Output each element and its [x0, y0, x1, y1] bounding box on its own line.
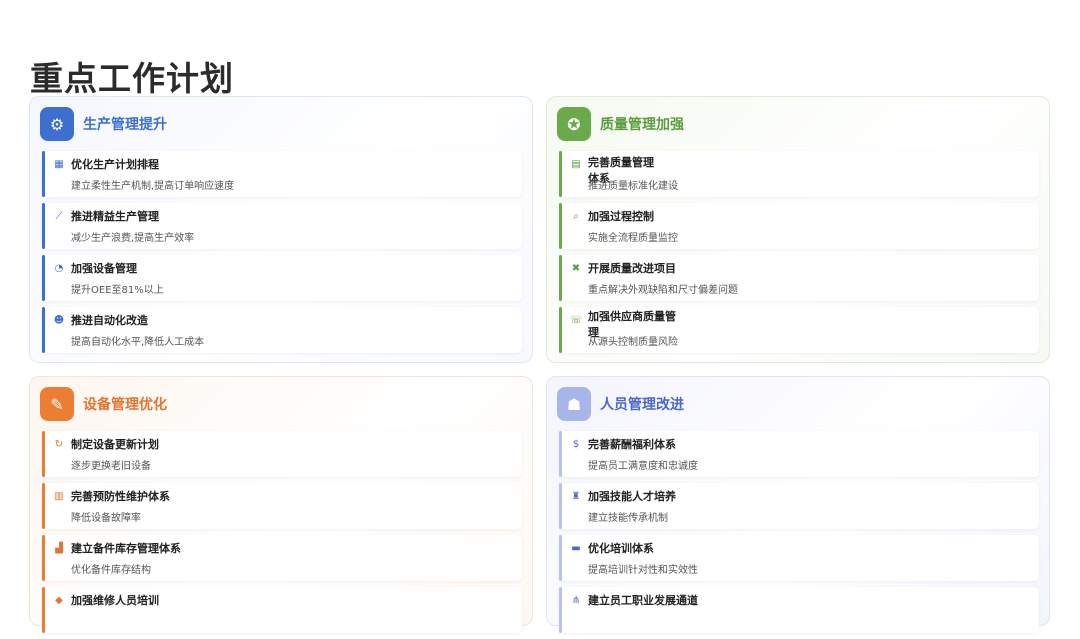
- tools-icon: ✖: [571, 263, 581, 274]
- item-desc: 推进质量标准化建设: [588, 181, 678, 192]
- list-item: ◔ 加强设备管理 提升OEE至81%以上: [42, 255, 522, 301]
- item-title: 加强设备管理: [71, 262, 137, 275]
- item-title: 推进精益生产管理: [71, 210, 159, 223]
- item-title: 制定设备更新计划: [71, 438, 159, 451]
- list-item: ☻ 推进自动化改造 提高自动化水平,降低人工成本: [42, 307, 522, 353]
- item-desc: 建立技能传承机制: [588, 513, 668, 524]
- list-item: ⌕ 加强过程控制 实施全流程质量监控: [559, 203, 1039, 249]
- item-desc: 重点解决外观缺陷和尺寸偏差问题: [588, 285, 738, 296]
- list-item: ◆ 加强维修人员培训: [42, 587, 522, 633]
- users-icon: ☗: [557, 387, 591, 421]
- item-desc: 实施全流程质量监控: [588, 233, 678, 244]
- panel-title: 生产管理提升: [83, 117, 167, 133]
- gauge-icon: ◔: [54, 263, 64, 274]
- document-icon: ▤: [571, 159, 581, 170]
- panel-equipment: ✎ 设备管理优化 ↻ 制定设备更新计划 逐步更换老旧设备 ▥ 完善预防性维护体系…: [29, 376, 533, 633]
- item-desc: 减少生产浪费,提高生产效率: [71, 233, 195, 244]
- item-title: 优化培训体系: [588, 542, 654, 555]
- award-icon: ✪: [557, 107, 591, 141]
- item-desc: 优化备件库存结构: [71, 565, 151, 576]
- item-desc: 建立柔性生产机制,提高订单响应速度: [71, 181, 235, 192]
- list-item: ▦ 优化生产计划排程 建立柔性生产机制,提高订单响应速度: [42, 151, 522, 197]
- panel-header: ⚙ 生产管理提升: [40, 107, 167, 141]
- list-item: ▬ 优化培训体系 提高培训针对性和实效性: [559, 535, 1039, 581]
- list-item: ▤ 完善质量管理体系 推进质量标准化建设: [559, 151, 1039, 197]
- item-desc: 逐步更换老旧设备: [71, 461, 151, 472]
- item-desc: 提高自动化水平,降低人工成本: [71, 337, 205, 348]
- search-icon: ⌕: [573, 211, 579, 222]
- item-desc: 提高员工满意度和忠诚度: [588, 461, 698, 472]
- panel-title: 设备管理优化: [83, 397, 167, 413]
- item-desc: 提高培训针对性和实效性: [588, 565, 698, 576]
- list-item: ✖ 开展质量改进项目 重点解决外观缺陷和尺寸偏差问题: [559, 255, 1039, 301]
- item-title: 完善预防性维护体系: [71, 490, 170, 503]
- clipboard-icon: ▥: [54, 491, 64, 502]
- panel-header: ☗ 人员管理改进: [557, 387, 684, 421]
- item-title: 推进自动化改造: [71, 314, 148, 327]
- list-item: ▟ 建立备件库存管理体系 优化备件库存结构: [42, 535, 522, 581]
- item-desc: 提升OEE至81%以上: [71, 285, 164, 296]
- dollar-icon: $: [572, 439, 580, 450]
- panel-quality: ✪ 质量管理加强 ▤ 完善质量管理体系 推进质量标准化建设 ⌕ 加强过程控制 实…: [546, 96, 1050, 363]
- item-title: 建立备件库存管理体系: [71, 542, 181, 555]
- line-chart-icon: ⟋: [55, 211, 63, 222]
- item-title: 加强过程控制: [588, 210, 654, 223]
- list-item: ♜ 加强技能人才培养 建立技能传承机制: [559, 483, 1039, 529]
- wrench-icon: ✎: [40, 387, 74, 421]
- page-title: 重点工作计划: [30, 59, 234, 98]
- item-title: 加强维修人员培训: [71, 594, 159, 607]
- list-item: ⋔ 建立员工职业发展通道: [559, 587, 1039, 633]
- gears-icon: ⚙: [40, 107, 74, 141]
- robot-icon: ☻: [53, 315, 65, 326]
- panel-title: 质量管理加强: [600, 117, 684, 133]
- item-desc: 从源头控制质量风险: [588, 337, 678, 348]
- item-title: 建立员工职业发展通道: [588, 594, 698, 607]
- item-title: 开展质量改进项目: [588, 262, 676, 275]
- graduation-cap-icon: ◆: [55, 595, 63, 606]
- presentation-icon: ▬: [571, 543, 581, 554]
- item-desc: 降低设备故障率: [71, 513, 141, 524]
- panel-personnel: ☗ 人员管理改进 $ 完善薪酬福利体系 提高员工满意度和忠诚度 ♜ 加强技能人才…: [546, 376, 1050, 633]
- panel-production: ⚙ 生产管理提升 ▦ 优化生产计划排程 建立柔性生产机制,提高订单响应速度 ⟋ …: [29, 96, 533, 363]
- list-item: ☏ 加强供应商质量管理 从源头控制质量风险: [559, 307, 1039, 353]
- list-item: ⟋ 推进精益生产管理 减少生产浪费,提高生产效率: [42, 203, 522, 249]
- item-title: 加强技能人才培养: [588, 490, 676, 503]
- teacher-icon: ♜: [571, 491, 581, 502]
- boxes-icon: ▟: [55, 543, 63, 554]
- panel-header: ✎ 设备管理优化: [40, 387, 167, 421]
- calendar-icon: ▦: [54, 159, 64, 170]
- panel-title: 人员管理改进: [600, 397, 684, 413]
- refresh-icon: ↻: [54, 439, 64, 450]
- list-item: ▥ 完善预防性维护体系 降低设备故障率: [42, 483, 522, 529]
- item-title: 完善薪酬福利体系: [588, 438, 676, 451]
- list-item: $ 完善薪酬福利体系 提高员工满意度和忠诚度: [559, 431, 1039, 477]
- list-item: ↻ 制定设备更新计划 逐步更换老旧设备: [42, 431, 522, 477]
- handshake-icon: ☏: [570, 315, 583, 326]
- item-title: 优化生产计划排程: [71, 158, 159, 171]
- panel-header: ✪ 质量管理加强: [557, 107, 684, 141]
- network-icon: ⋔: [571, 595, 581, 606]
